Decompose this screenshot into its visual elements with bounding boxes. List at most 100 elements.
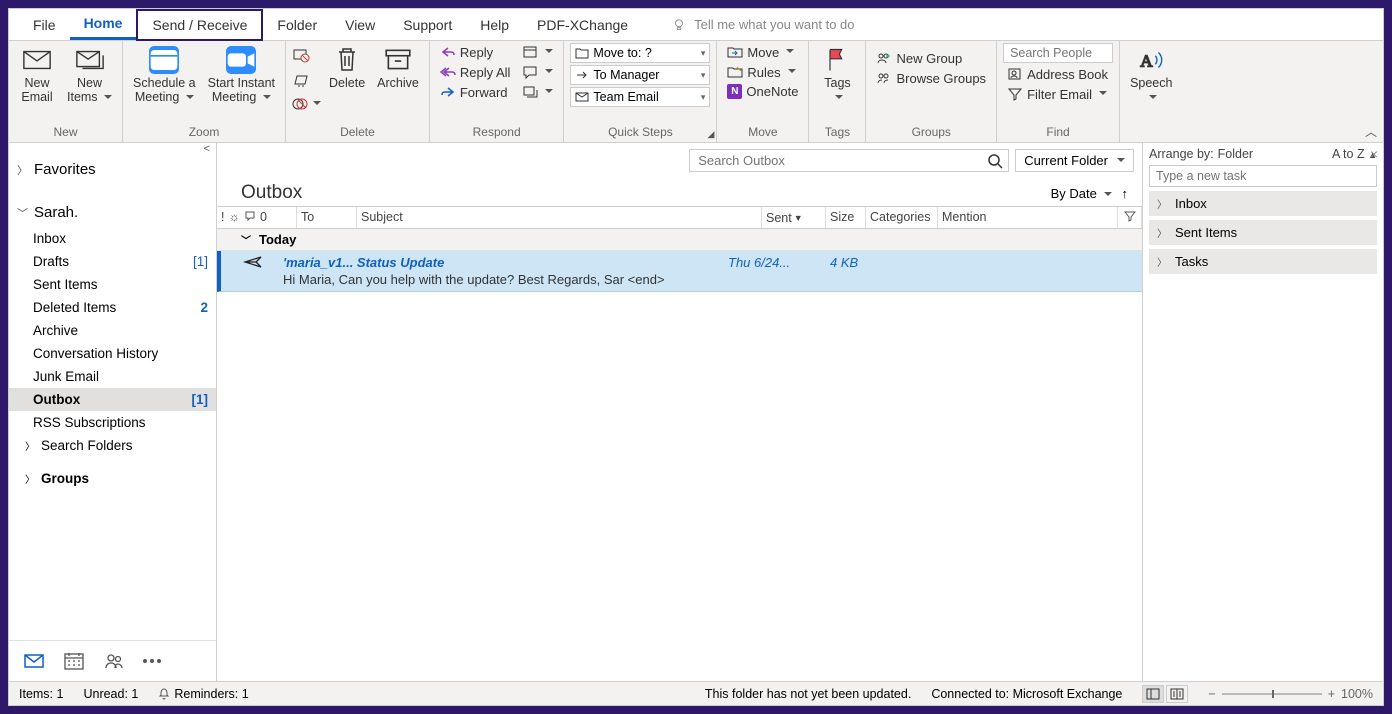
mail-nav-icon[interactable] [23, 651, 45, 671]
schedule-meeting-button[interactable]: Schedule a Meeting [129, 43, 200, 108]
column-filter-icon[interactable] [1118, 207, 1142, 228]
address-book-button[interactable]: Address Book [1003, 65, 1113, 83]
browse-groups-button[interactable]: Browse Groups [872, 69, 990, 87]
zoom-out-button[interactable]: − [1208, 687, 1215, 701]
view-normal-button[interactable] [1142, 685, 1164, 703]
onenote-button[interactable]: NOneNote [723, 83, 802, 100]
folder-conversation-history[interactable]: Conversation History [9, 342, 216, 365]
column-categories[interactable]: Categories [866, 207, 938, 228]
todo-group-sent[interactable]: 〉Sent Items [1149, 220, 1377, 245]
column-size[interactable]: Size [826, 207, 866, 228]
status-not-updated: This folder has not yet been updated. [705, 687, 911, 701]
collapse-nav-button[interactable]: < [9, 143, 216, 155]
filter-email-button[interactable]: Filter Email [1003, 85, 1113, 103]
start-instant-meeting-button[interactable]: Start Instant Meeting [204, 43, 279, 108]
ignore-icon[interactable] [292, 47, 310, 63]
zoom-level: 100% [1341, 687, 1373, 701]
move-button[interactable]: Move [723, 43, 802, 61]
folder-inbox[interactable]: Inbox [9, 227, 216, 250]
new-email-button[interactable]: New Email [15, 43, 59, 108]
status-reminders[interactable]: Reminders: 1 [158, 687, 248, 701]
zoom-slider[interactable] [1222, 693, 1322, 695]
clean-up-icon[interactable] [292, 72, 310, 88]
speech-button[interactable]: A Speech [1126, 43, 1176, 108]
close-todo-button[interactable]: × [1370, 146, 1378, 162]
more-nav-icon[interactable] [143, 651, 161, 671]
arrange-by-value[interactable]: Folder [1218, 147, 1253, 161]
reply-all-button[interactable]: Reply All [436, 63, 515, 81]
search-people-input[interactable] [1003, 43, 1113, 63]
tab-support[interactable]: Support [389, 11, 466, 39]
column-mention[interactable]: Mention [938, 207, 1118, 228]
funnel-icon [1007, 86, 1023, 102]
todo-group-tasks[interactable]: 〉Tasks [1149, 249, 1377, 274]
folder-drafts[interactable]: Drafts[1] [9, 250, 216, 273]
folder-sent-items[interactable]: Sent Items [9, 273, 216, 296]
archive-button[interactable]: Archive [373, 43, 423, 93]
delete-button[interactable]: Delete [325, 43, 369, 93]
tags-button[interactable]: Tags [815, 43, 859, 108]
envelope-small-icon [575, 91, 589, 103]
folder-search-folders[interactable]: 〉Search Folders [9, 434, 216, 457]
new-items-button[interactable]: New Items [63, 43, 116, 108]
people-nav-icon[interactable] [103, 651, 125, 671]
chevron-down-icon: ﹀ [17, 205, 28, 221]
favorites-header[interactable]: 〉Favorites [9, 155, 216, 184]
tell-me-search[interactable]: Tell me what you want to do [672, 17, 854, 32]
folder-rss[interactable]: RSS Subscriptions [9, 411, 216, 434]
folder-archive[interactable]: Archive [9, 319, 216, 342]
tab-file[interactable]: File [19, 11, 70, 39]
message-row[interactable]: 'maria_v1... Status Update Thu 6/24... 4… [217, 251, 1142, 292]
im-reply-icon[interactable] [518, 63, 557, 81]
column-subject[interactable]: Subject [357, 207, 762, 228]
new-group-button[interactable]: New Group [872, 49, 990, 67]
column-to[interactable]: To [297, 207, 357, 228]
send-icon [243, 255, 263, 269]
new-task-input[interactable] [1149, 165, 1377, 187]
quicksteps-dialog-launcher[interactable]: ◢ [708, 129, 715, 140]
calendar-nav-icon[interactable] [63, 651, 85, 671]
folder-junk-email[interactable]: Junk Email [9, 365, 216, 388]
status-bar: Items: 1 Unread: 1 Reminders: 1 This fol… [9, 681, 1383, 705]
folder-move-icon [727, 44, 743, 60]
sort-by-date[interactable]: By Date [1051, 186, 1112, 201]
group-respond-label: Respond [436, 123, 558, 142]
quickstep-to-manager[interactable]: To Manager▾ [570, 65, 710, 85]
junk-dropdown-icon[interactable] [292, 97, 321, 111]
date-group-today[interactable]: ﹀Today [217, 229, 1142, 251]
search-scope-dropdown[interactable]: Current Folder [1015, 149, 1134, 172]
column-sent[interactable]: Sent▼ [762, 207, 826, 228]
meeting-reply-icon[interactable] [518, 43, 557, 61]
reminder-column-icon[interactable]: ☼ [228, 210, 239, 225]
search-icon[interactable] [987, 153, 1003, 169]
folder-groups[interactable]: 〉Groups [9, 467, 216, 490]
sort-direction-button[interactable]: ↑ [1122, 186, 1129, 201]
todo-group-inbox[interactable]: 〉Inbox [1149, 191, 1377, 216]
tab-view[interactable]: View [331, 11, 389, 39]
tab-pdf-xchange[interactable]: PDF-XChange [523, 11, 642, 39]
quickstep-move-to[interactable]: Move to: ?▾ [570, 43, 710, 63]
attachment-column-icon[interactable]: 0 [260, 210, 267, 225]
folder-deleted-items[interactable]: Deleted Items2 [9, 296, 216, 319]
quickstep-team-email[interactable]: Team Email▾ [570, 87, 710, 107]
reply-icon [440, 44, 456, 60]
reply-button[interactable]: Reply [436, 43, 515, 61]
rules-button[interactable]: Rules [723, 63, 802, 81]
view-reading-button[interactable] [1166, 685, 1188, 703]
tab-home[interactable]: Home [70, 9, 137, 40]
more-respond-icon[interactable] [518, 83, 557, 101]
folder-outbox[interactable]: Outbox[1] [9, 388, 216, 411]
search-outbox-input[interactable] [689, 149, 1009, 172]
tab-folder[interactable]: Folder [263, 11, 331, 39]
tab-send-receive[interactable]: Send / Receive [136, 9, 263, 41]
importance-column-icon[interactable]: ! [221, 210, 224, 225]
account-header[interactable]: ﹀Sarah. [9, 198, 216, 227]
trash-icon [332, 46, 362, 74]
tab-help[interactable]: Help [466, 11, 523, 39]
collapse-ribbon-button[interactable]: ︿ [1365, 123, 1377, 140]
icon-column-icon[interactable] [244, 210, 256, 222]
zoom-in-button[interactable]: + [1328, 687, 1335, 701]
ribbon-tabs: File Home Send / Receive Folder View Sup… [9, 9, 1383, 41]
forward-button[interactable]: Forward [436, 83, 515, 101]
group-tags-label: Tags [815, 123, 859, 142]
